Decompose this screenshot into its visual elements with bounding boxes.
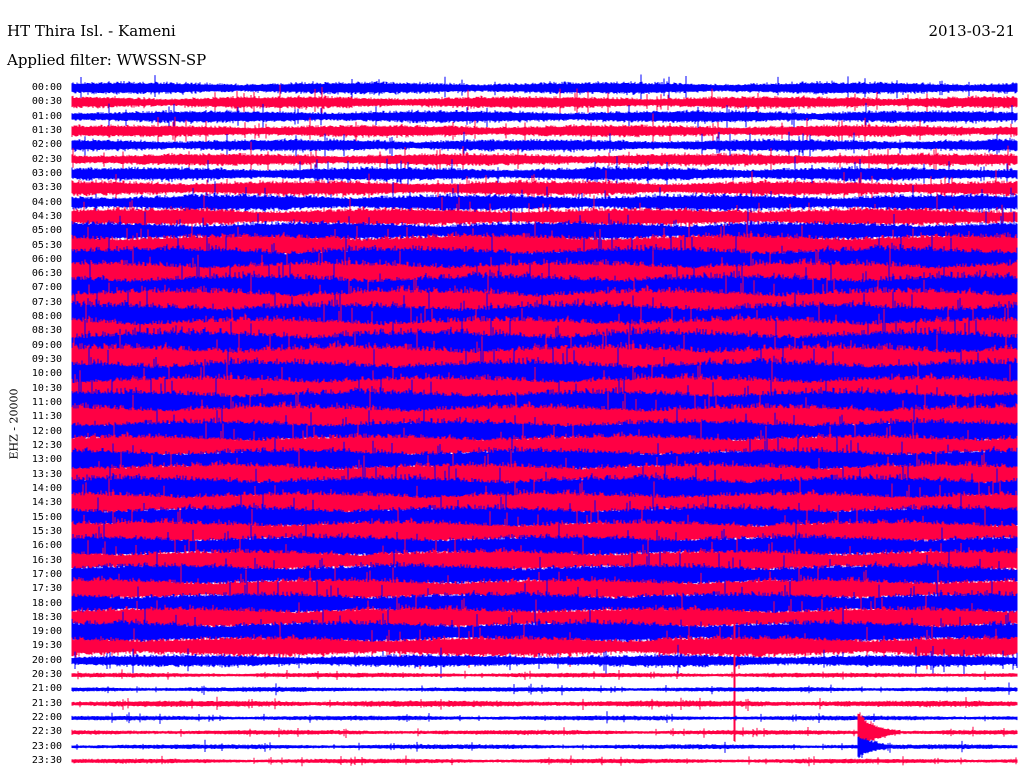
trace-22:00 xyxy=(71,711,1018,724)
trace-21:00 xyxy=(71,682,1018,696)
trace-21:30 xyxy=(71,696,1018,711)
trace-23:00 xyxy=(71,736,1018,759)
trace-23:30 xyxy=(71,755,1018,767)
helicorder-plot xyxy=(71,74,1018,767)
